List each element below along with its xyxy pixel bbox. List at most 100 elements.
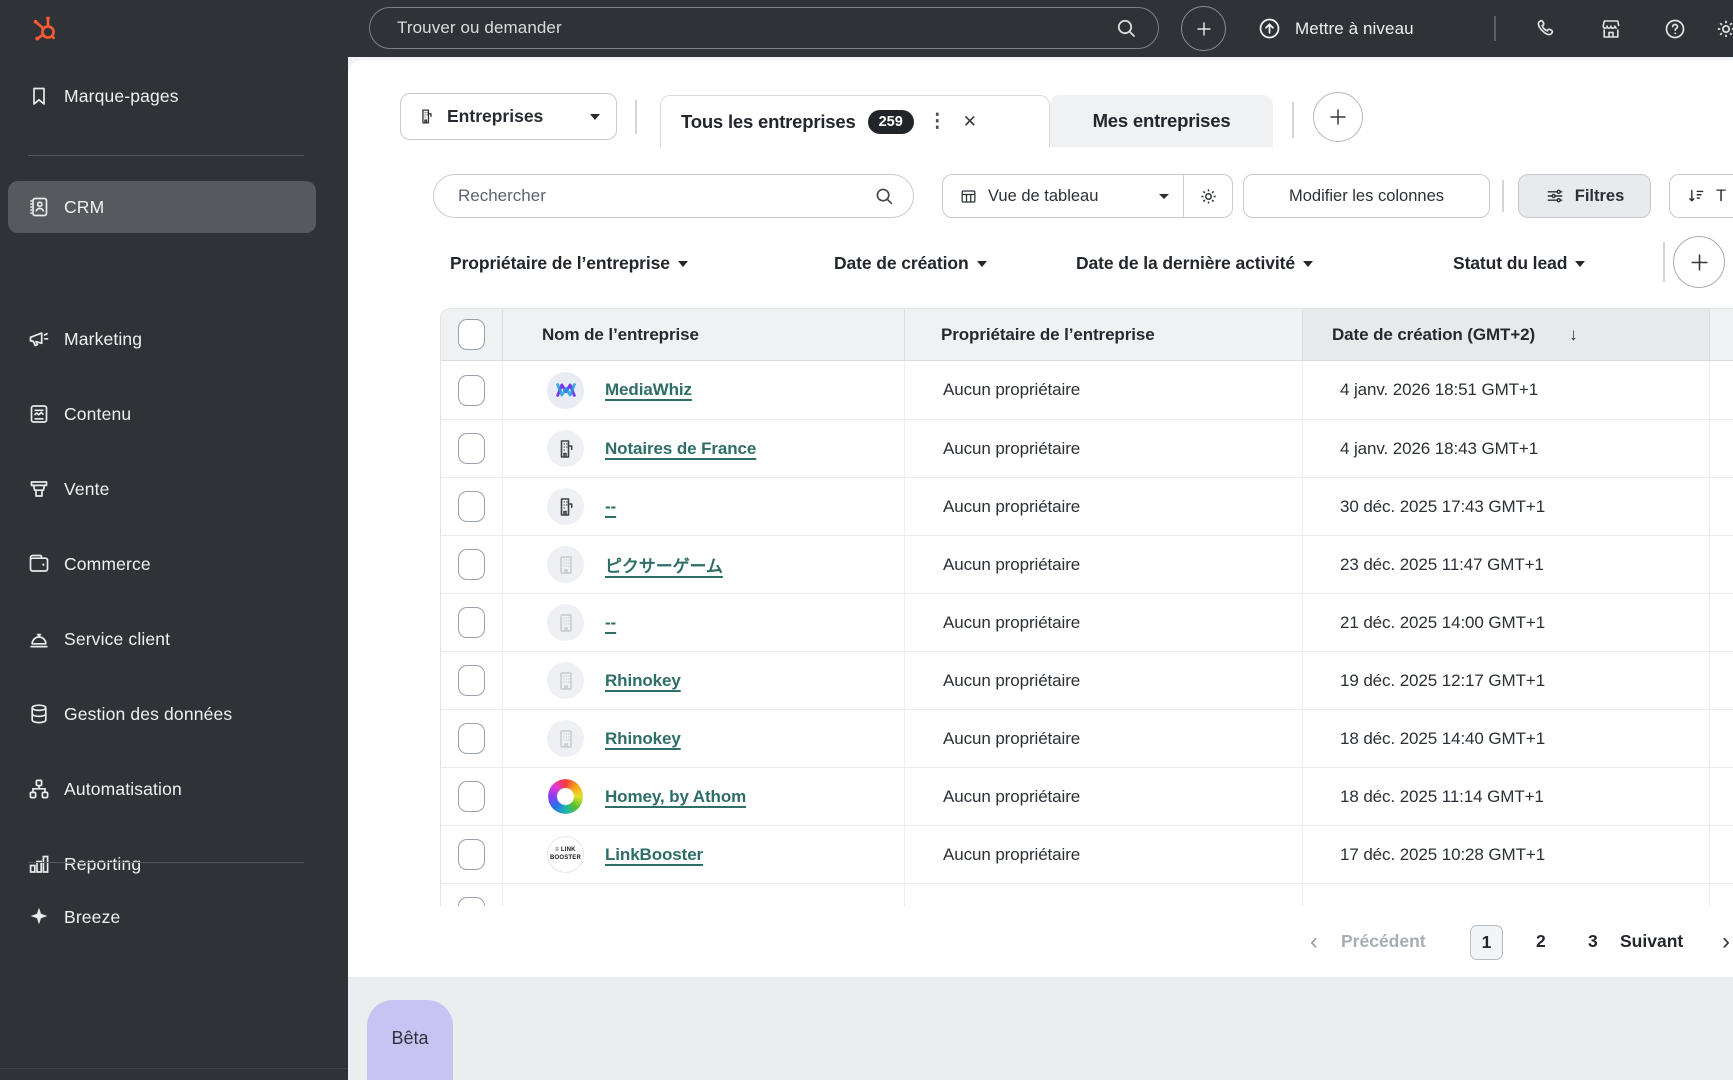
company-name-link[interactable]: -- bbox=[605, 497, 616, 517]
sidebar-divider bbox=[28, 155, 304, 156]
table-view-selector[interactable]: Vue de tableau bbox=[943, 175, 1183, 217]
sidebar-item-marque-pages[interactable]: Marque-pages bbox=[0, 70, 348, 122]
company-owner: Aucun propriétaire bbox=[943, 496, 1081, 516]
sidebar-item-vente[interactable]: Vente bbox=[0, 463, 348, 515]
create-button[interactable] bbox=[1181, 6, 1226, 51]
global-search-placeholder: Trouver ou demander bbox=[397, 18, 562, 37]
company-name-link[interactable]: Notaires de France bbox=[605, 439, 756, 459]
table-search-input[interactable]: Rechercher bbox=[433, 174, 914, 218]
search-icon bbox=[873, 185, 895, 207]
pagination-bar: ‹ Précédent 123 Suivant › 100 par page bbox=[348, 906, 1733, 977]
building-icon bbox=[547, 430, 584, 467]
column-header-name[interactable]: Nom de l’entreprise bbox=[502, 309, 904, 360]
tab-options-icon[interactable]: ⋮ bbox=[926, 112, 949, 131]
next-page-button[interactable]: Suivant bbox=[1620, 906, 1683, 977]
row-checkbox[interactable] bbox=[458, 607, 485, 638]
sort-icon bbox=[1686, 186, 1706, 206]
hubspot-crm-companies-page: Trouver ou demander Mettre à niveau Marq… bbox=[0, 0, 1733, 1080]
sidebar-item-label: Contenu bbox=[64, 403, 132, 424]
service-bell-icon bbox=[27, 627, 51, 651]
company-name-link[interactable]: ピクサーゲーム bbox=[605, 552, 723, 577]
tab-close-icon[interactable]: ✕ bbox=[961, 112, 979, 132]
table-row: Notaires de France Aucun propriétaire 4 … bbox=[441, 419, 1733, 477]
row-checkbox[interactable] bbox=[458, 897, 485, 906]
quick-filter-dropdown[interactable]: Date de la dernière activité bbox=[1076, 238, 1313, 288]
table-row-partial bbox=[441, 883, 1733, 906]
sidebar-item-marketing[interactable]: Marketing bbox=[0, 313, 348, 365]
table-row: ≡ LINK BOOSTER LinkBooster Aucun propriét… bbox=[441, 825, 1733, 883]
megaphone-icon bbox=[27, 327, 51, 351]
row-checkbox[interactable] bbox=[458, 433, 485, 464]
divider bbox=[635, 100, 637, 134]
commerce-icon bbox=[27, 552, 51, 576]
column-header-created[interactable]: Date de création (GMT+2) ↓ bbox=[1302, 309, 1709, 360]
search-icon bbox=[1114, 16, 1138, 40]
global-search-input[interactable]: Trouver ou demander bbox=[369, 7, 1159, 49]
quick-filter-dropdown[interactable]: Date de création bbox=[834, 238, 987, 288]
marketplace-icon[interactable] bbox=[1599, 17, 1623, 41]
company-created-date: 19 déc. 2025 12:17 GMT+1 bbox=[1340, 670, 1546, 690]
select-all-checkbox[interactable] bbox=[458, 319, 485, 350]
gear-icon bbox=[1200, 188, 1216, 203]
company-name-link[interactable]: Homey, by Athom bbox=[605, 787, 746, 807]
add-view-button[interactable] bbox=[1313, 92, 1363, 142]
quick-filter-dropdown[interactable]: Propriétaire de l’entreprise bbox=[450, 238, 688, 288]
mediawhiz-logo bbox=[547, 371, 584, 409]
sidebar-item-label: Automatisation bbox=[64, 778, 182, 799]
page-current[interactable]: 1 bbox=[1470, 925, 1503, 960]
tab-my-companies[interactable]: Mes entreprises bbox=[1050, 95, 1273, 147]
filters-button[interactable]: Filtres bbox=[1518, 174, 1651, 218]
object-type-selector[interactable]: Entreprises bbox=[400, 93, 617, 140]
company-name-link[interactable]: Rhinokey bbox=[605, 729, 681, 749]
company-owner: Aucun propriétaire bbox=[943, 380, 1081, 399]
row-checkbox[interactable] bbox=[458, 549, 485, 580]
company-name-link[interactable]: Rhinokey bbox=[605, 671, 681, 691]
sidebar-item-gestion-des-donn-es[interactable]: Gestion des données bbox=[0, 688, 348, 740]
company-name-link[interactable]: -- bbox=[605, 613, 616, 633]
quick-filter-dropdown[interactable]: Statut du lead bbox=[1453, 238, 1586, 288]
sort-button[interactable]: T bbox=[1669, 174, 1733, 218]
company-name-link[interactable]: LinkBooster bbox=[605, 845, 703, 865]
sidebar-nav: Marque-pages CRM Marketing Contenu Vente… bbox=[0, 57, 348, 1080]
building-faded-icon bbox=[547, 546, 584, 583]
row-checkbox[interactable] bbox=[458, 723, 485, 754]
row-checkbox[interactable] bbox=[458, 781, 485, 812]
help-icon[interactable] bbox=[1663, 17, 1687, 41]
row-checkbox[interactable] bbox=[458, 665, 485, 696]
chevron-down-icon bbox=[976, 261, 987, 267]
company-name-link[interactable]: MediaWhiz bbox=[605, 380, 692, 400]
page-number-button[interactable]: 3 bbox=[1588, 906, 1598, 977]
table-header-row: Nom de l’entreprise Propriétaire de l’en… bbox=[441, 309, 1733, 361]
page-number-button[interactable]: 2 bbox=[1536, 906, 1546, 977]
sidebar-item-label: Breeze bbox=[64, 906, 121, 927]
beta-badge[interactable]: Bêta bbox=[367, 1000, 453, 1080]
previous-page-button[interactable]: Précédent bbox=[1341, 906, 1426, 977]
settings-gear-icon[interactable] bbox=[1714, 17, 1733, 41]
phone-icon[interactable] bbox=[1534, 17, 1558, 41]
row-checkbox[interactable] bbox=[458, 839, 485, 870]
row-checkbox[interactable] bbox=[458, 374, 485, 406]
sidebar-item-label: Marketing bbox=[64, 328, 143, 349]
row-checkbox[interactable] bbox=[458, 491, 485, 522]
building-faded-icon bbox=[547, 662, 584, 699]
table-row: ピクサーゲーム Aucun propriétaire 23 déc. 2025 … bbox=[441, 535, 1733, 593]
add-quick-filter-button[interactable] bbox=[1673, 236, 1725, 288]
sidebar-item-contenu[interactable]: Contenu bbox=[0, 388, 348, 440]
sidebar-item-breeze[interactable]: Breeze bbox=[0, 891, 348, 943]
hubspot-logo-icon[interactable] bbox=[28, 12, 60, 44]
sidebar-item-commerce[interactable]: Commerce bbox=[0, 538, 348, 590]
top-bar: Trouver ou demander Mettre à niveau bbox=[0, 0, 1733, 57]
sidebar-item-reporting[interactable]: Reporting bbox=[0, 838, 348, 890]
sidebar-item-crm[interactable]: CRM bbox=[8, 181, 316, 233]
sidebar-item-automatisation[interactable]: Automatisation bbox=[0, 763, 348, 815]
view-settings-button[interactable] bbox=[1184, 175, 1232, 217]
sidebar-item-service-client[interactable]: Service client bbox=[0, 613, 348, 665]
tab-all-companies[interactable]: Tous les entreprises 259 ⋮ ✕ bbox=[660, 95, 1050, 147]
topbar-divider bbox=[1494, 16, 1496, 41]
edit-columns-button[interactable]: Modifier les colonnes bbox=[1243, 174, 1490, 218]
companies-card: Entreprises Tous les entreprises 259 ⋮ ✕… bbox=[348, 60, 1733, 906]
chevron-down-icon bbox=[590, 113, 600, 120]
column-header-owner[interactable]: Propriétaire de l’entreprise bbox=[904, 309, 1302, 360]
upgrade-button[interactable]: Mettre à niveau bbox=[1257, 0, 1414, 57]
divider bbox=[1502, 180, 1504, 212]
